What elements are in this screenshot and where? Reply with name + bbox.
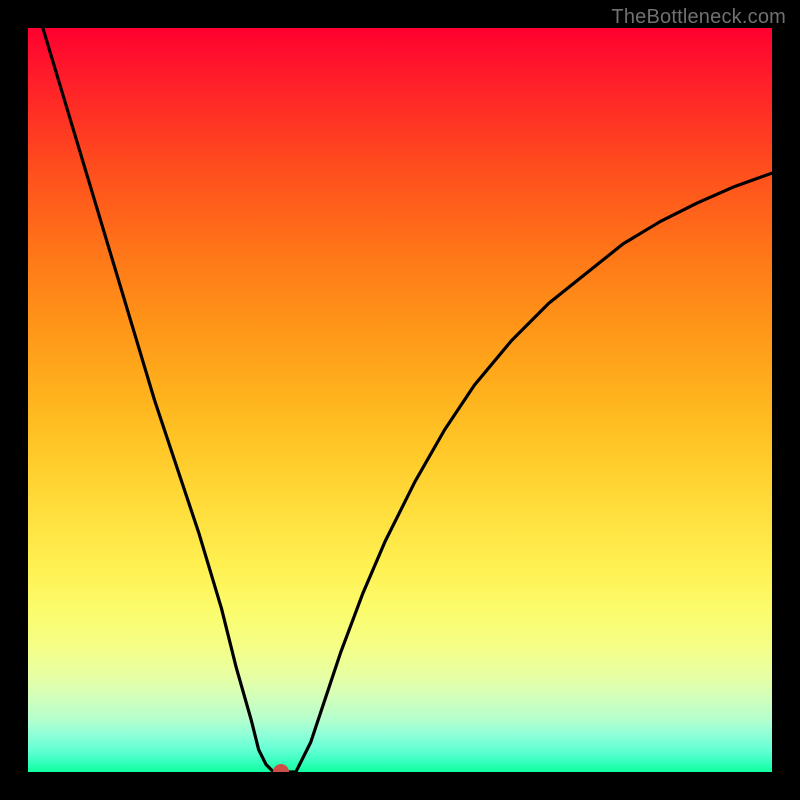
watermark-text: TheBottleneck.com [611,6,786,29]
bottleneck-curve [28,28,772,772]
chart-frame: TheBottleneck.com [0,0,800,800]
plot-area [28,28,772,772]
